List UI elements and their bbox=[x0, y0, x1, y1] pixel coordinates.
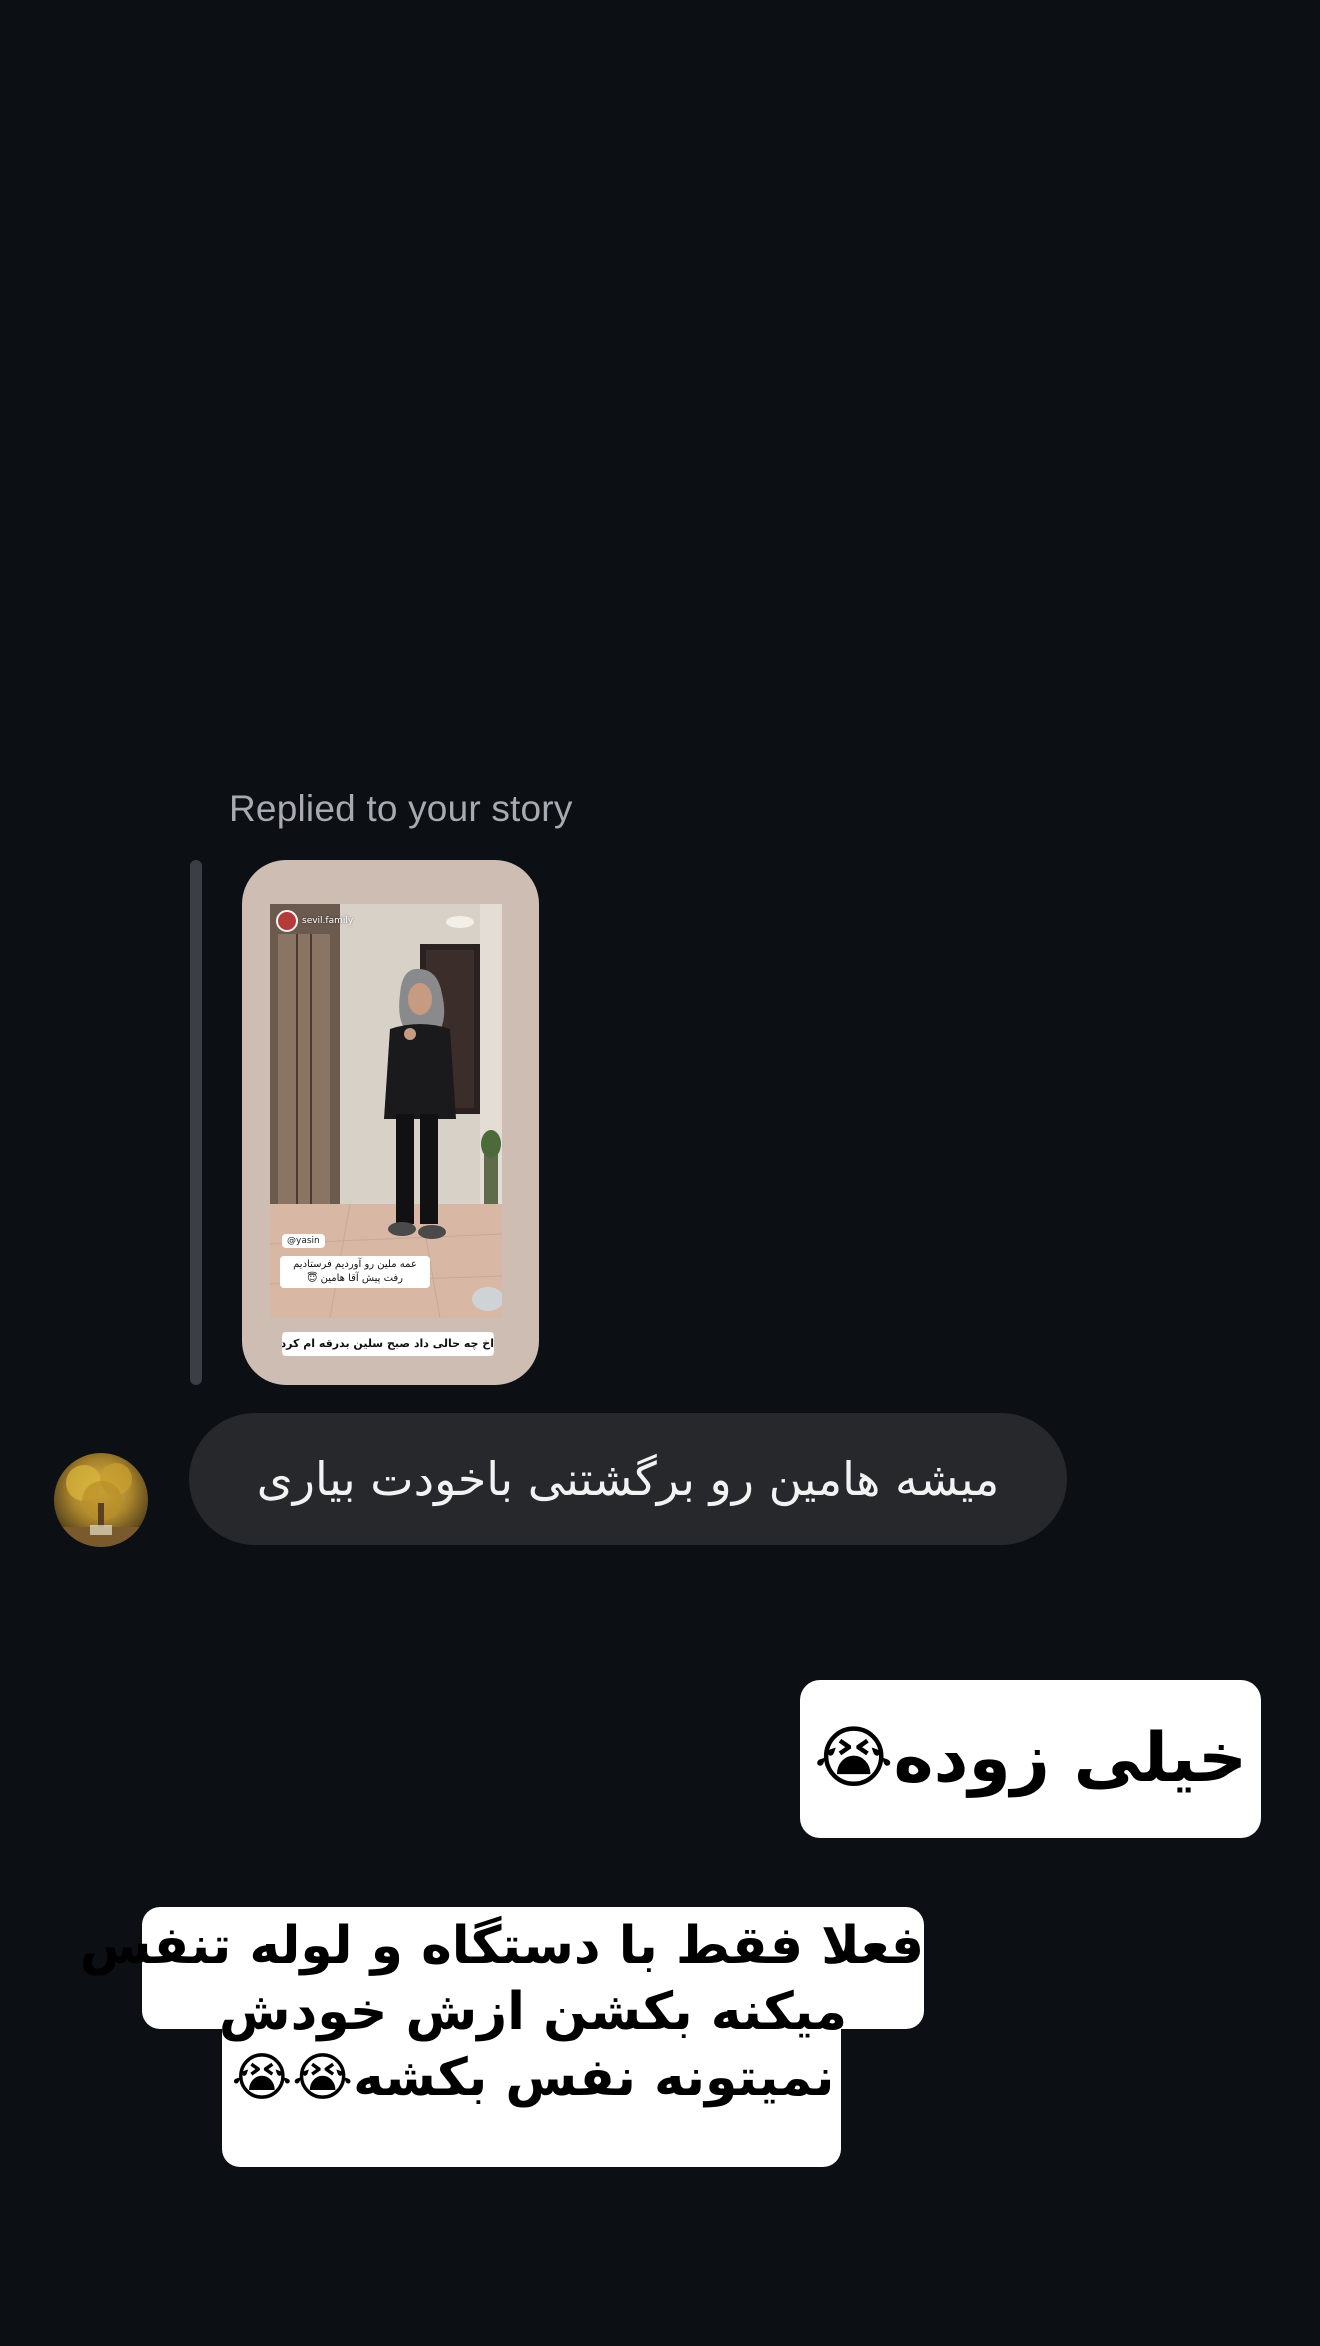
story-bottom-caption: اخ چه حالی داد صبح سلین بدرقه ام کرد 🥹🥹 bbox=[282, 1332, 494, 1356]
sticker-2-line-2: میکنه بکشن ازش خودش bbox=[218, 1982, 848, 2042]
story-mention-tag: @yasin bbox=[282, 1234, 325, 1248]
outgoing-text-sticker-1[interactable]: خیلی زوده😭 bbox=[800, 1680, 1261, 1838]
story-photo: sevil.family @yasin عمه ملین رو آوردیم ف… bbox=[270, 904, 502, 1318]
incoming-message-bubble[interactable]: میشه هامین رو برگشتنی باخودت بیاری bbox=[189, 1413, 1067, 1545]
incoming-message-text: میشه هامین رو برگشتنی باخودت بیاری bbox=[256, 1452, 1000, 1506]
story-account: sevil.family bbox=[276, 910, 353, 932]
sender-avatar[interactable] bbox=[54, 1453, 148, 1547]
sticker-2-line-3: نمیتونه نفس بکشه😭😭 bbox=[231, 2048, 835, 2108]
story-account-avatar bbox=[276, 910, 298, 932]
story-overlay-text: عمه ملین رو آوردیم فرستادیم رفت پیش آقا … bbox=[280, 1256, 430, 1288]
outgoing-text-sticker-2[interactable]: فعلا فقط با دستگاه و لوله تنفس میکنه بکش… bbox=[79, 1907, 924, 2167]
story-account-name: sevil.family bbox=[302, 916, 354, 926]
sticker-2-line-1: فعلا فقط با دستگاه و لوله تنفس bbox=[79, 1916, 924, 1976]
sender-avatar-image bbox=[54, 1453, 148, 1547]
story-preview[interactable]: sevil.family @yasin عمه ملین رو آوردیم ف… bbox=[242, 860, 539, 1385]
reply-caption: Replied to your story bbox=[229, 788, 573, 829]
sticker-2-text: فعلا فقط با دستگاه و لوله تنفس میکنه بکش… bbox=[79, 1913, 924, 2111]
reply-indicator-bar bbox=[190, 860, 202, 1385]
